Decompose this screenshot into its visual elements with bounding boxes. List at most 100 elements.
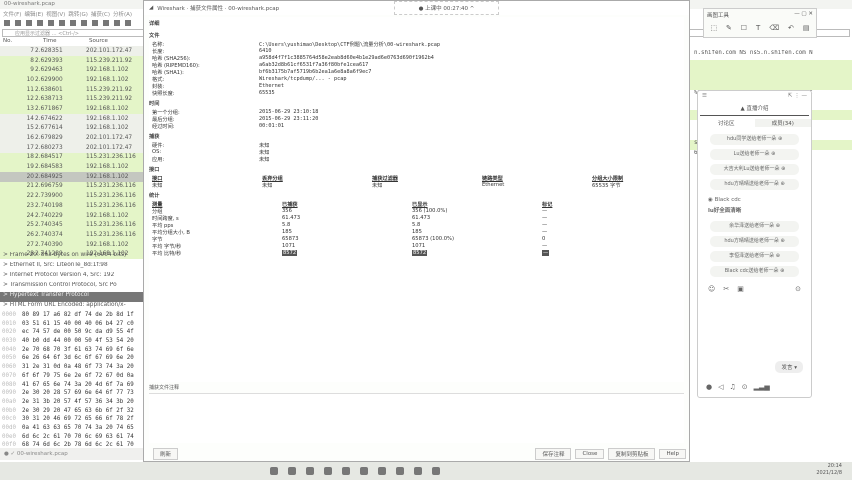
wireshark-taskbar-icon[interactable]: [432, 467, 440, 475]
mic-icon[interactable]: ●: [706, 383, 712, 391]
send-button[interactable]: 发言 ▾: [775, 361, 803, 373]
save-comment-button[interactable]: 保存注释: [535, 448, 572, 460]
open-icon[interactable]: [48, 20, 54, 26]
packet-details[interactable]: > Frame 20: 863 bytes on wire (6904 bits…: [0, 252, 145, 312]
draw-tool-icon[interactable]: ⌫: [769, 24, 779, 32]
goto-icon[interactable]: [125, 20, 131, 26]
copy-clipboard-button[interactable]: 复制到剪贴板: [608, 448, 656, 460]
reload-icon[interactable]: [81, 20, 87, 26]
scissors-icon[interactable]: ✂: [723, 285, 729, 293]
detail-item[interactable]: > Ethernet II, Src: LiteonTe_8d:1f:98: [0, 262, 145, 272]
draw-tool-icon[interactable]: ⬚: [710, 24, 717, 32]
menu-capture[interactable]: 捕获(C): [91, 10, 110, 18]
menu-edit[interactable]: 编辑(E): [24, 10, 43, 18]
detail-item[interactable]: > Internet Protocol Version 4, Src: 192: [0, 272, 145, 282]
packet-row[interactable]: 10 2.629900 192.168.1.102: [0, 75, 143, 85]
app-icon-2[interactable]: [288, 467, 296, 475]
close-file-icon[interactable]: [70, 20, 76, 26]
close-button[interactable]: Close: [575, 449, 605, 459]
detail-item[interactable]: > Frame 20: 863 bytes on wire (6904 bits…: [0, 252, 145, 262]
draw-tool-icon[interactable]: ↶: [788, 24, 794, 32]
shark-fin-icon[interactable]: [4, 20, 10, 26]
packet-row[interactable]: 25 2.740345 115.231.236.116: [0, 220, 143, 231]
packet-row[interactable]: 7 2.628351 202.101.172.47: [0, 46, 143, 56]
packet-row[interactable]: 17 2.680273 202.101.172.47: [0, 142, 143, 153]
menu-go[interactable]: 跳转(G): [68, 10, 88, 18]
packet-row[interactable]: 12 2.638713 115.239.211.92: [0, 94, 143, 105]
speaker-icon[interactable]: ◁: [718, 383, 723, 391]
expert-icon[interactable]: ● ✓: [4, 451, 17, 457]
packet-row[interactable]: 26 2.740374 115.231.236.116: [0, 230, 143, 240]
live-intro-toggle[interactable]: ▲ 直播介绍: [700, 101, 809, 116]
menu-view[interactable]: 视图(V): [46, 10, 65, 18]
chat-window-controls-icon[interactable]: ⇱ ⋮ —: [788, 93, 807, 99]
app-icon-7[interactable]: [378, 467, 386, 475]
packet-row[interactable]: 20 2.684925 192.168.1.102: [0, 171, 143, 182]
draw-tool-icon[interactable]: ▤: [803, 24, 810, 32]
packet-row[interactable]: 8 2.629393 115.239.211.92: [0, 55, 143, 66]
recording-indicator[interactable]: ● 上课中 00:27:40 ^: [394, 1, 499, 15]
image-icon[interactable]: ▣: [737, 285, 744, 293]
forward-icon[interactable]: [114, 20, 120, 26]
vscode-icon[interactable]: [342, 467, 350, 475]
location-icon[interactable]: ⊙: [742, 383, 748, 391]
packet-row-right[interactable]: n.shifen.com NS ns5.n.shifen.com N: [690, 50, 852, 60]
stats-cell: —: [542, 250, 550, 256]
music-icon[interactable]: ♫: [730, 383, 736, 391]
packet-row[interactable]: 27 2.740390 192.168.1.102: [0, 239, 143, 250]
draw-tool-icon[interactable]: T: [756, 24, 760, 32]
packet-row[interactable]: 22 2.739900 115.231.236.116: [0, 191, 143, 201]
tab-discussion[interactable]: 讨论区: [698, 119, 755, 127]
col-time[interactable]: Time: [37, 38, 85, 45]
packet-row[interactable]: 14 2.674622 192.168.1.102: [0, 113, 143, 124]
save-icon[interactable]: [59, 20, 65, 26]
detail-item[interactable]: > Hypertext Transfer Protocol: [0, 292, 145, 302]
app-icon-6[interactable]: [360, 467, 368, 475]
options-icon[interactable]: [37, 20, 43, 26]
property-value: a958d4f7f1c3885764d58e2eab8d60e4b1e29ad6…: [259, 55, 434, 61]
emoji-icon[interactable]: ☺: [708, 285, 715, 293]
hex-bytes: 2e 70 68 70 3f 61 63 74 69 6f 6e: [22, 346, 134, 353]
clock[interactable]: 20:14 2021/12/8: [816, 463, 842, 477]
stats-row: 平均 pps 5.8 5.8—: [149, 222, 684, 229]
app-grid-icon[interactable]: [270, 467, 278, 475]
stop-icon[interactable]: [15, 20, 21, 26]
chrome-icon[interactable]: [324, 467, 332, 475]
app-icon-8[interactable]: [396, 467, 404, 475]
restart-icon[interactable]: [26, 20, 32, 26]
draw-tool-icon[interactable]: ☐: [741, 24, 747, 32]
find-icon[interactable]: [92, 20, 98, 26]
comment-textarea[interactable]: [149, 393, 684, 443]
packet-row[interactable]: 16 2.679829 202.101.172.47: [0, 133, 143, 143]
packet-row[interactable]: 18 2.684517 115.231.236.116: [0, 152, 143, 163]
menu-icon[interactable]: ☰: [702, 93, 707, 99]
packet-list[interactable]: 7 2.628351 202.101.172.47 8 2.629393 115.239.…: [0, 46, 143, 260]
interface-value: 未知: [372, 183, 383, 189]
check-icon[interactable]: [306, 467, 314, 475]
packet-row[interactable]: 15 2.677614 192.168.1.102: [0, 123, 143, 134]
packet-bytes[interactable]: 0000 80 89 17 a6 82 df 74 de 2b 8d 1f 0010…: [0, 312, 145, 451]
packet-row[interactable]: 24 2.740229 192.168.1.102: [0, 210, 143, 221]
packet-row-right[interactable]: [690, 60, 852, 90]
packet-row[interactable]: 23 2.740198 115.231.236.116: [0, 201, 143, 211]
packet-row[interactable]: 11 2.638601 115.239.211.92: [0, 84, 143, 95]
refresh-button[interactable]: 刷新: [153, 448, 179, 460]
settings-icon[interactable]: ⊙: [795, 285, 801, 293]
window-controls-icon[interactable]: — ▢ ✕: [794, 11, 813, 19]
packet-row-right[interactable]: [690, 40, 852, 50]
detail-item[interactable]: > Transmission Control Protocol, Src Po: [0, 282, 145, 292]
draw-tool-icon[interactable]: ✎: [726, 24, 732, 32]
col-no[interactable]: No.: [3, 38, 37, 45]
menu-file[interactable]: 文件(F): [3, 10, 21, 18]
tab-members[interactable]: 成员(34): [754, 119, 811, 127]
detail-item[interactable]: > HTML Form URL Encoded: application/x-: [0, 302, 145, 312]
back-icon[interactable]: [103, 20, 109, 26]
packet-row[interactable]: 19 2.684583 192.168.1.102: [0, 162, 143, 172]
help-button[interactable]: Help: [659, 449, 686, 459]
packet-row[interactable]: 9 2.629463 192.168.1.102: [0, 65, 143, 76]
packet-row[interactable]: 13 2.671867 192.168.1.102: [0, 104, 143, 114]
packet-row[interactable]: 21 2.696759 115.231.236.116: [0, 181, 143, 192]
col-source[interactable]: Source: [85, 38, 145, 45]
app-icon-9[interactable]: [414, 467, 422, 475]
menu-analyze[interactable]: 分析(A): [113, 10, 132, 18]
